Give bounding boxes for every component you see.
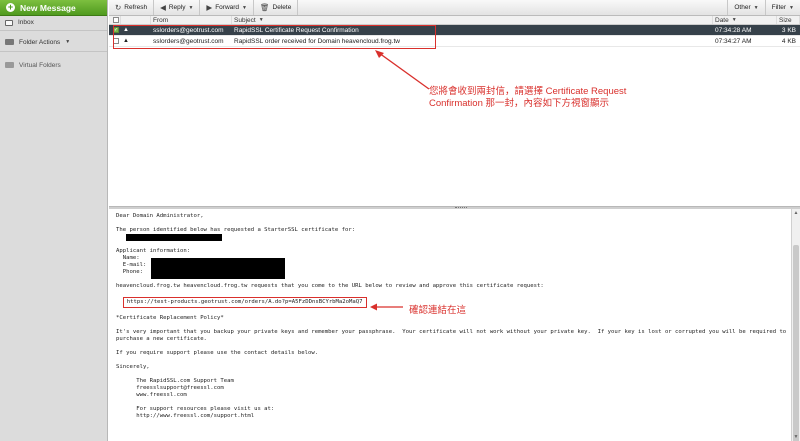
message-size: 3 KB <box>781 26 796 34</box>
new-message-label: New Message <box>20 2 76 13</box>
message-list-header: From Subject ▼ Date ▼ Size <box>109 16 800 25</box>
divider <box>0 51 107 52</box>
scrollbar-thumb[interactable] <box>793 245 799 441</box>
preview-text[interactable]: freesslsupport@freessl.com <box>116 385 224 391</box>
message-date: 07:34:27 AM <box>715 37 752 45</box>
preview-text: It's very important that you backup your… <box>116 329 787 335</box>
checkbox-icon <box>112 17 119 23</box>
sidebar-item-label: Virtual Folders <box>19 61 61 69</box>
preview-text: heavencloud.frog.tw heavencloud.frog.tw … <box>116 283 544 289</box>
main-pane: ↻ Refresh ◀ Reply ▼ ▶ Forward ▼ 🗑 Delete… <box>109 0 800 441</box>
preview-label: Phone: <box>116 269 143 275</box>
approval-link[interactable]: https://test-products.geotrust.com/order… <box>122 297 367 308</box>
divider <box>0 30 107 31</box>
from-column-header[interactable]: From <box>151 16 232 24</box>
preview-greeting: Dear Domain Administrator, <box>116 213 204 219</box>
sidebar-item-label: Inbox <box>18 19 34 26</box>
annotation-arrow <box>370 303 403 311</box>
sidebar: + New Message Inbox Folder Actions ▼ Vir… <box>0 0 108 441</box>
chevron-down-icon: ▼ <box>65 39 71 45</box>
preview-text: Sincerely, <box>116 364 150 370</box>
reply-button[interactable]: ◀ Reply ▼ <box>154 0 201 15</box>
date-column-header[interactable]: Date ▼ <box>713 16 777 24</box>
folder-icon <box>5 39 14 45</box>
chevron-down-icon[interactable]: ▼ <box>188 5 193 11</box>
date-header-label: Date <box>715 16 729 24</box>
annotation-text: 確認連結在這 <box>409 306 467 316</box>
filter-label: Filter <box>771 4 787 11</box>
preview-label: E-mail: <box>116 262 147 268</box>
scroll-down-icon[interactable]: ▼ <box>792 433 800 441</box>
folder-actions-menu[interactable]: Folder Actions ▼ <box>0 35 107 49</box>
sidebar-item-virtual-folders[interactable]: Virtual Folders <box>0 58 107 72</box>
delete-label: Delete <box>272 4 292 11</box>
preview-text: The RapidSSL.com Support Team <box>116 378 234 384</box>
preview-text: Applicant information: <box>116 248 191 254</box>
sidebar-item-inbox[interactable]: Inbox <box>0 17 107 28</box>
sort-down-icon: ▼ <box>258 17 264 23</box>
filter-button[interactable]: Filter ▼ <box>764 0 800 15</box>
approval-url[interactable]: https://test-products.geotrust.com/order… <box>127 299 363 305</box>
virtual-folder-icon <box>5 62 14 68</box>
preview-text: For support resources please visit us at… <box>116 406 275 412</box>
scroll-up-icon[interactable]: ▲ <box>792 209 800 217</box>
forward-label: Forward <box>215 4 240 11</box>
refresh-label: Refresh <box>124 4 148 11</box>
preview-text: purchase a new certificate. <box>116 336 207 342</box>
refresh-button[interactable]: ↻ Refresh <box>109 0 155 15</box>
redacted-block <box>151 258 285 279</box>
other-button[interactable]: Other ▼ <box>727 0 764 15</box>
chevron-down-icon: ▼ <box>789 4 794 11</box>
subject-column-header[interactable]: Subject ▼ <box>232 16 713 24</box>
inbox-icon <box>5 19 13 26</box>
message-preview: Dear Domain Administrator, The person id… <box>109 209 791 441</box>
annotation-arrow <box>375 50 430 90</box>
forward-icon: ▶ <box>206 3 213 12</box>
select-all-checkbox[interactable] <box>109 16 121 24</box>
other-label: Other <box>734 4 751 11</box>
preview-text[interactable]: www.freessl.com <box>116 392 187 398</box>
preview-text: The person identified below has requeste… <box>116 227 356 233</box>
icon-column-header <box>121 16 151 24</box>
message-size: 4 KB <box>781 37 796 45</box>
reply-label: Reply <box>168 4 186 11</box>
plus-icon: + <box>6 2 15 12</box>
refresh-icon: ↻ <box>115 3 122 12</box>
chevron-down-icon[interactable]: ▼ <box>242 5 247 11</box>
delete-button[interactable]: 🗑 Delete <box>254 0 299 15</box>
new-message-button[interactable]: + New Message <box>0 0 107 16</box>
folder-actions-label: Folder Actions <box>19 38 61 46</box>
message-date: 07:34:28 AM <box>715 26 752 34</box>
preview-text[interactable]: http://www.freessl.com/support.html <box>116 413 254 419</box>
redacted-block <box>126 234 222 241</box>
sort-down-icon: ▼ <box>731 17 737 23</box>
toolbar: ↻ Refresh ◀ Reply ▼ ▶ Forward ▼ 🗑 Delete… <box>109 0 800 16</box>
chevron-down-icon: ▼ <box>753 4 759 11</box>
subject-header-label: Subject <box>234 16 256 24</box>
size-column-header[interactable]: Size <box>777 16 800 24</box>
trash-icon: 🗑 <box>260 3 270 12</box>
preview-text: If you require support please use the co… <box>116 350 319 356</box>
preview-text: *Certificate Replacement Policy* <box>116 315 224 321</box>
reply-icon: ◀ <box>160 3 166 12</box>
preview-label: Name: <box>116 255 140 261</box>
forward-button[interactable]: ▶ Forward ▼ <box>200 0 254 15</box>
annotation-text: 您將會收到兩封信，請選擇 Certificate Request Confirm… <box>429 86 627 109</box>
preview-scrollbar[interactable]: ▲ ▼ <box>791 209 800 441</box>
